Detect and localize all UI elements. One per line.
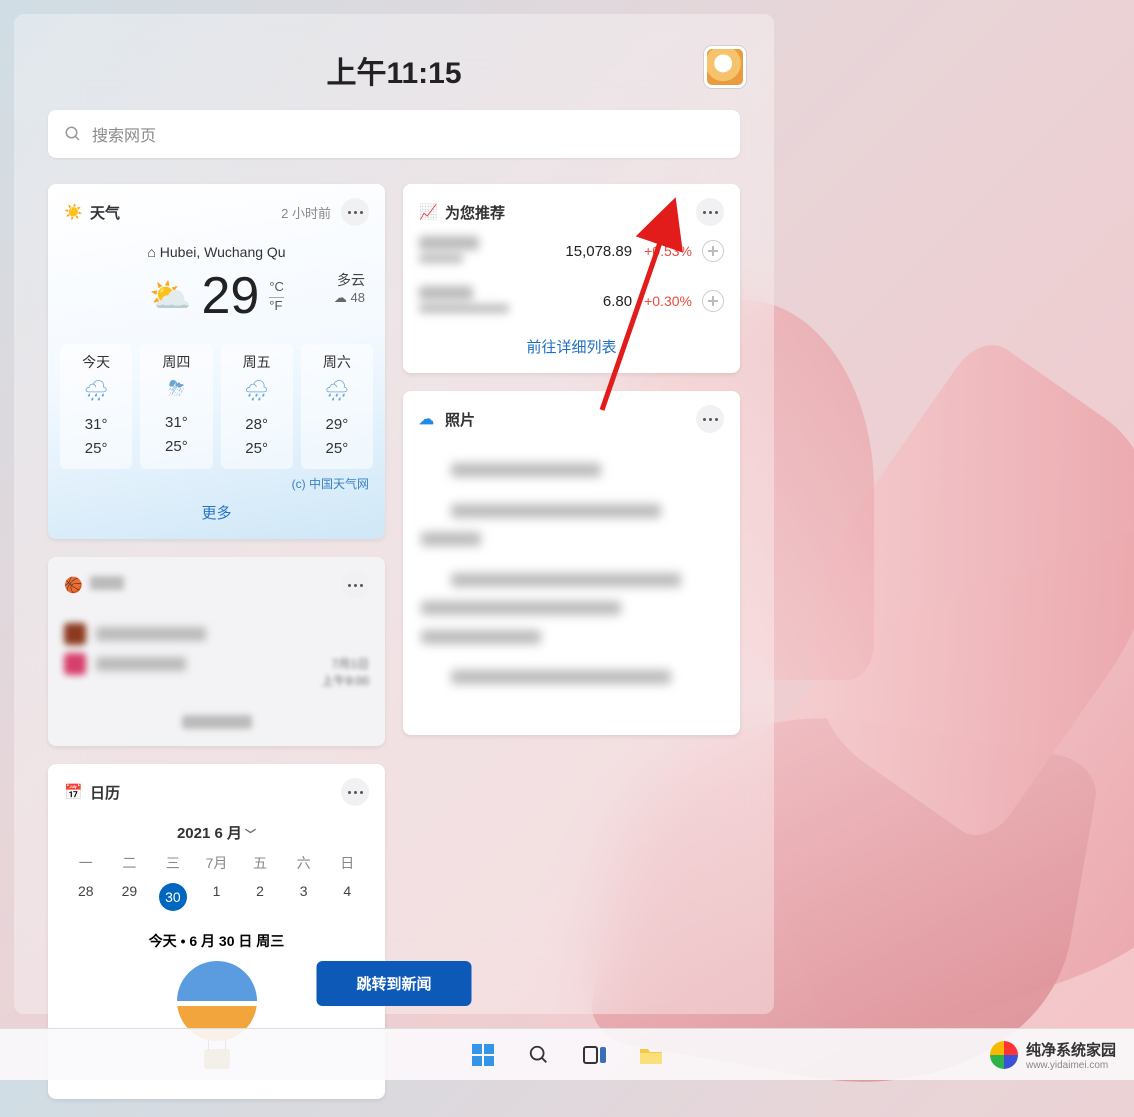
search-placeholder: 搜索网页 [92,122,156,146]
nba-team-row [64,653,369,675]
unit-f[interactable]: °F [269,298,284,314]
photos-widget[interactable]: ☁ 照片 [403,391,740,735]
recommend-title: 为您推荐 [445,202,505,223]
calendar-subtitle: 今天 • 6 月 30 日 周三 [64,931,369,951]
nba-team-row [64,623,369,645]
photos-more-button[interactable] [696,405,724,433]
widgets-panel: 上午11:15 搜索网页 ☀️ 天气 2 小时前 Hubei, Wuchang … [14,14,774,1014]
nba-widget[interactable]: 🏀 7月1日上午9:00 [48,557,385,746]
weather-title: 天气 [90,202,120,223]
forecast-day[interactable]: 今天🌧31°25° [60,344,132,469]
taskbar-search-button[interactable] [526,1042,552,1068]
user-avatar[interactable] [704,46,746,88]
stock-value: 6.80 [603,293,632,310]
jump-to-news-button[interactable]: 跳转到新闻 [316,961,471,1006]
stock-change: +0.53% [644,243,692,259]
stock-change: +0.30% [644,293,692,309]
weather-widget[interactable]: ☀️ 天气 2 小时前 Hubei, Wuchang Qu ⛅ 29 °C°F … [48,184,385,539]
photos-title: 照片 [445,409,475,430]
add-stock-button[interactable] [702,290,724,312]
forecast-day[interactable]: 周六🌧29°25° [301,344,373,469]
start-button[interactable] [470,1042,496,1068]
weather-more-link[interactable]: 更多 [64,502,369,523]
nba-icon: 🏀 [64,576,82,594]
weather-condition: 多云 [334,270,365,290]
recommend-more-button[interactable] [696,198,724,226]
photos-body [419,433,724,721]
calendar-month[interactable]: 2021 6 月 [64,822,369,843]
weather-more-button[interactable] [341,198,369,226]
recommend-detail-link[interactable]: 前往详细列表 [419,326,724,359]
search-input[interactable]: 搜索网页 [48,110,740,158]
stock-row[interactable]: 6.80 +0.30% [419,276,724,326]
forecast-day[interactable]: 周五🌧28°25° [221,344,293,469]
weather-forecast: 今天🌧31°25° 周四⛈31°25° 周五🌧28°25° 周六🌧29°25° [60,344,373,469]
nba-more-button[interactable] [341,571,369,599]
weather-source[interactable]: (c) 中国天气网 [64,475,369,492]
file-explorer-button[interactable] [638,1042,664,1068]
recommend-widget[interactable]: 📈 为您推荐 15,078.89 +0.53% 6.80 +0.30% 前往详细… [403,184,740,373]
weather-updated: 2 小时前 [281,203,331,222]
search-icon [64,125,82,143]
watermark-logo-icon [990,1041,1018,1069]
stock-row[interactable]: 15,078.89 +0.53% [419,226,724,276]
nba-title [90,576,124,594]
taskbar: 纯净系统家园www.yidaimei.com [0,1028,1134,1080]
calendar-icon: 📅 [64,783,82,801]
calendar-title: 日历 [90,782,120,803]
add-stock-button[interactable] [702,240,724,262]
clock-time: 上午11:15 [326,57,461,90]
forecast-day[interactable]: 周四⛈31°25° [140,344,212,469]
unit-c[interactable]: °C [269,279,284,298]
calendar-grid: 一二三7月五六日 28 29 30 1 2 3 4 [64,849,369,917]
photos-icon: ☁ [419,410,437,428]
weather-icon: ☀️ [64,203,82,221]
weather-humidity: 48 [351,290,365,305]
weather-location: Hubei, Wuchang Qu [64,244,369,260]
watermark: 纯净系统家园www.yidaimei.com [990,1039,1116,1071]
calendar-today: 30 [159,883,187,911]
stock-value: 15,078.89 [565,243,632,260]
stocks-icon: 📈 [419,203,437,221]
weather-temp: 29 [201,266,259,326]
task-view-button[interactable] [582,1042,608,1068]
weather-now-icon: ⛅ [149,276,191,316]
nba-footer-link[interactable] [64,715,369,732]
calendar-more-button[interactable] [341,778,369,806]
